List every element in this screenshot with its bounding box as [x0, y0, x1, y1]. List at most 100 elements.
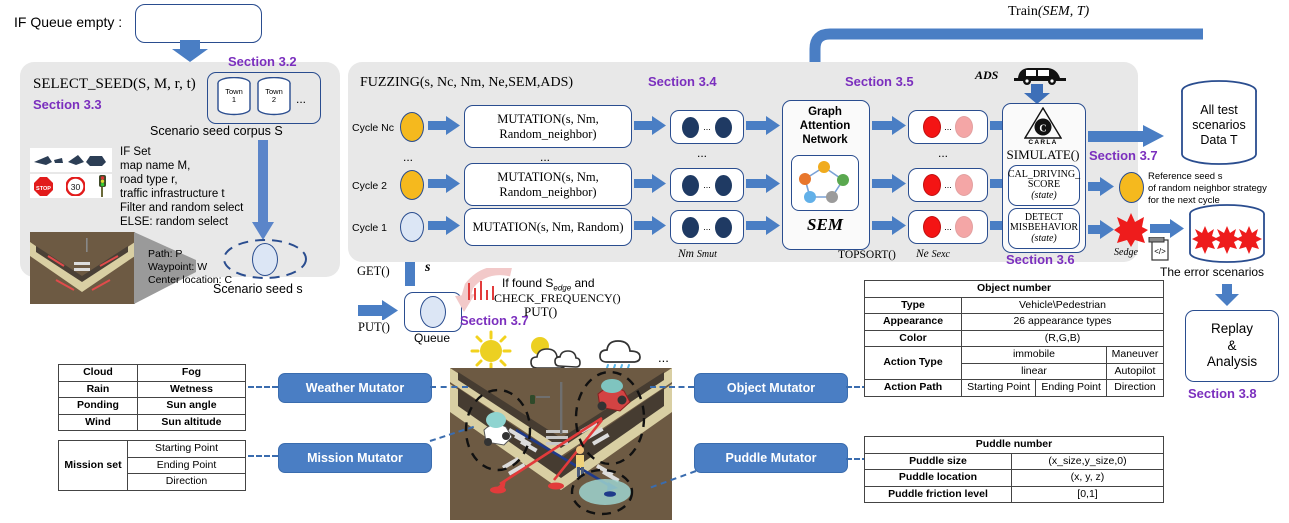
svg-text:C: C — [1039, 124, 1046, 135]
puddle-row-label: Puddle friction level — [864, 485, 1012, 504]
select-seed-section: Section 3.3 — [33, 97, 102, 112]
stop-sign-icon: STOP — [34, 177, 53, 196]
sem-model-label: SEM — [807, 215, 843, 234]
object-row-value: (R,G,B) — [961, 329, 1164, 348]
map-thumbnail — [30, 232, 135, 304]
gat-title-2: Network — [802, 133, 848, 146]
arrow-smut-nc-to-gat — [746, 116, 780, 135]
arrow-gat-to-sexc-nc — [872, 116, 906, 135]
table-row: Appearance 26 appearance types — [864, 313, 1164, 331]
table-row: Mission set Starting Point — [58, 440, 246, 491]
weather-ellipsis: ... — [658, 350, 669, 365]
object-row-label: Appearance — [864, 313, 962, 331]
row-ellipsis-cycle: ... — [403, 150, 414, 164]
score-line-2: (state) — [1031, 189, 1057, 201]
topsort-label: TOPSORT() — [838, 249, 896, 261]
train-text: Train — [1008, 4, 1038, 19]
puddle-row-value: (x_size,y_size,0) — [1011, 452, 1164, 471]
mission-cell: Direction — [127, 473, 246, 491]
action-type-label: Action Type — [864, 346, 962, 381]
smut-caption-s: Smut — [696, 249, 717, 260]
sexc-group-1: ... — [908, 210, 988, 244]
dash-object-left — [650, 386, 694, 388]
sexc-dot — [923, 216, 942, 238]
mutation-box-1: MUTATION(s, Nm, Random) — [464, 208, 632, 246]
puddle-row-label: Puddle size — [864, 452, 1012, 471]
table-row: Action Path Starting Point Ending Point … — [864, 379, 1165, 397]
action-path-cell: Ending Point — [1035, 379, 1107, 397]
dash-mission-left — [248, 455, 278, 457]
scenario-seed-oval — [252, 243, 278, 276]
put-again-label: PUT() — [524, 304, 558, 319]
arrow-down-to-select-seed — [172, 40, 208, 62]
sexc-caption-s: Sexc — [931, 249, 950, 260]
replay-line-0: Replay — [1210, 320, 1254, 336]
outputs-section-37: Section 3.7 — [1089, 148, 1158, 163]
action-type-cell: Autopilot — [1105, 362, 1165, 381]
cycle-label-2: Cycle 2 — [352, 180, 388, 192]
gat-title-1: Attention — [799, 119, 851, 132]
object-row-label: Type — [864, 296, 962, 315]
weather-cell: Wind — [58, 413, 138, 432]
cycle-seed-oval-nc — [400, 112, 424, 142]
object-mutator-button[interactable]: Object Mutator — [694, 373, 848, 403]
empty-queue-box — [135, 4, 262, 43]
queue-label: Queue — [413, 331, 451, 345]
weather-mutator-button[interactable]: Weather Mutator — [278, 373, 432, 403]
traffic-light-icon — [99, 175, 106, 197]
puddle-mutator-button[interactable]: Puddle Mutator — [694, 443, 848, 473]
mission-mutator-button[interactable]: Mission Mutator — [278, 443, 432, 473]
rule-line-1: map name M, — [120, 160, 191, 173]
smut-caption: Nm Smut — [678, 248, 717, 260]
arrow-cycle-2-to-mutation — [428, 174, 460, 193]
check-frequency-label: CHECK_FREQUENCY() — [494, 291, 621, 305]
detect-line-2: (state) — [1031, 232, 1057, 244]
weather-cell: Wetness — [136, 380, 247, 399]
found-sedge-line1: If found Sedge and — [502, 276, 595, 292]
found-text-a: If found S — [502, 276, 554, 290]
table-row: Rain Wetness — [58, 380, 247, 399]
speed-limit-30-icon: 30 — [66, 177, 85, 196]
mutation-text-nc: MUTATION(s, Nm, Random_neighbor) — [497, 112, 599, 141]
cycle-label-nc: Cycle Nc — [352, 122, 395, 134]
svg-text:STOP: STOP — [36, 186, 51, 192]
dash-weather-right — [430, 386, 468, 388]
arrow-errors-to-replay — [1215, 284, 1239, 306]
mission-table: Mission set Starting Point Ending Point … — [58, 440, 246, 491]
replay-line-1: & — [1227, 337, 1237, 353]
simulate-section: Section 3.6 — [1006, 252, 1075, 267]
get-var-s: s — [425, 260, 431, 275]
replay-analysis-box: Replay & Analysis — [1185, 310, 1279, 382]
detect-misbehavior-box: DETECT MISBEHAVIOR (state) — [1008, 208, 1080, 249]
cal-driving-score-box: CAL_DRIVING_ SCORE (state) — [1008, 165, 1080, 206]
sedge-burst-icon — [1114, 213, 1148, 247]
arrow-cycle-1-to-mutation — [428, 216, 460, 235]
arrow-score-to-seed — [1088, 177, 1114, 196]
arrow-sedge-to-error-db — [1150, 219, 1184, 238]
replay-line-2: Analysis — [1206, 354, 1258, 370]
reference-line-0: Reference seed s — [1148, 171, 1223, 182]
arrow-cycle-nc-to-mutation — [428, 116, 460, 135]
graph-nodes-icon — [799, 161, 849, 203]
svg-text:30: 30 — [71, 182, 81, 192]
table-row: Type Vehicle\Pedestrian — [864, 296, 1164, 315]
arrow-smut-1-to-gat — [746, 216, 780, 235]
sexc-caption-n: Ne — [916, 248, 929, 260]
town-ellipsis: ... — [296, 92, 307, 106]
found-text-b: and — [571, 276, 595, 290]
svg-text:</>: </> — [1154, 247, 1166, 256]
sexc-ellipsis: ... — [944, 122, 952, 132]
smut-dot — [682, 116, 700, 138]
smut-dot — [682, 174, 700, 196]
scenario-seed-caption: Scenario seed s — [213, 282, 303, 296]
train-args: (SEM, T) — [1037, 4, 1090, 19]
smut-ellipsis: ... — [703, 222, 711, 232]
object-row-value: Vehicle\Pedestrian — [961, 296, 1164, 315]
weather-cell: Cloud — [58, 364, 138, 382]
fuzzing-section: Section 3.4 — [648, 74, 717, 89]
rule-line-3: traffic infrastructure t — [120, 188, 225, 201]
sexc-ellipsis: ... — [944, 222, 952, 232]
smut-ellipsis: ... — [703, 180, 711, 190]
smut-dot — [682, 216, 700, 238]
arrow-ads-down — [1024, 84, 1050, 104]
